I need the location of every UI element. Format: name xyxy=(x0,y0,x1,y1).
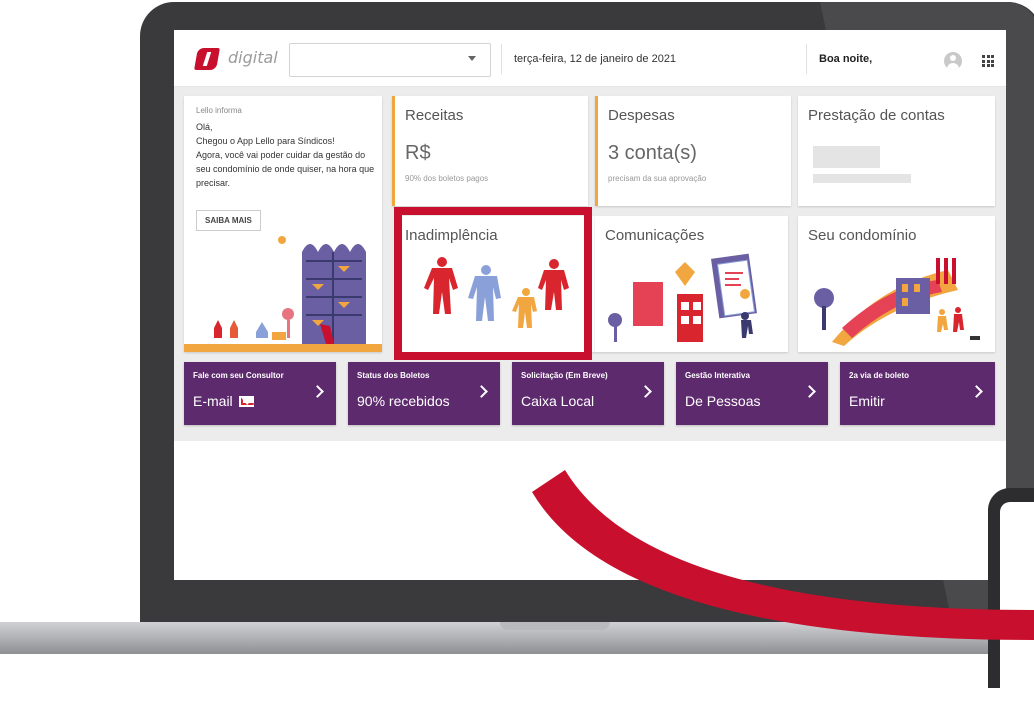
action-caixa-local[interactable]: Solicitação (Em Breve) Caixa Local xyxy=(512,362,664,425)
lello-informa-card: Lello informa Olá, Chegou o App Lello pa… xyxy=(184,96,382,352)
communications-illustration xyxy=(608,253,757,342)
chevron-right-icon xyxy=(475,385,488,398)
inadimplencia-title: Inadimplência xyxy=(405,227,498,244)
comunicacoes-title: Comunicações xyxy=(605,227,705,244)
despesas-title: Despesas xyxy=(608,107,675,124)
action-email-caption: Fale com seu Consultor xyxy=(193,371,284,380)
receitas-card[interactable]: Receitas R$ 90% dos boletos pagos xyxy=(392,96,588,206)
despesas-card[interactable]: Despesas 3 conta(s) precisam da sua apro… xyxy=(595,96,791,206)
loading-placeholder xyxy=(813,146,880,168)
action-segunda-via[interactable]: 2a via de boleto Emitir xyxy=(840,362,995,425)
receitas-value: R$ xyxy=(405,142,431,164)
action-email-label: E-mail xyxy=(193,393,254,409)
chevron-right-icon xyxy=(970,385,983,398)
inadimplencia-card[interactable]: Inadimplência xyxy=(402,216,595,352)
despesas-value: 3 conta(s) xyxy=(608,142,697,164)
prestacao-card[interactable]: Prestação de contas xyxy=(798,96,995,206)
action-email-text: E-mail xyxy=(193,393,233,409)
seu-condominio-title: Seu condomínio xyxy=(808,227,917,244)
action-boletos-status[interactable]: Status dos Boletos 90% recebidos xyxy=(348,362,500,425)
people-illustration xyxy=(424,257,569,328)
action-gestao-caption: Gestão Interativa xyxy=(685,371,750,380)
despesas-sub: precisam da sua aprovação xyxy=(608,174,707,183)
phone-screen xyxy=(1000,502,1034,702)
action-caixa-caption: Solicitação (Em Breve) xyxy=(521,371,608,380)
building-illustration xyxy=(184,236,382,352)
apps-grid-icon[interactable] xyxy=(982,55,994,67)
loading-placeholder xyxy=(813,174,911,183)
info-card-body: Olá, Chegou o App Lello para Síndicos! A… xyxy=(196,122,375,188)
action-boletos-caption: Status dos Boletos xyxy=(357,371,430,380)
action-gestao-pessoas[interactable]: Gestão Interativa De Pessoas xyxy=(676,362,828,425)
seu-condominio-card[interactable]: Seu condomínio xyxy=(798,216,995,352)
action-boletos-label: 90% recebidos xyxy=(357,393,450,409)
chevron-down-icon xyxy=(468,56,476,61)
logo-text: digital xyxy=(228,48,278,67)
gmail-icon xyxy=(238,396,254,407)
chevron-right-icon xyxy=(803,385,816,398)
info-card-title: Lello informa xyxy=(196,106,242,115)
dashboard: Lello informa Olá, Chegou o App Lello pa… xyxy=(174,87,1006,441)
chevron-right-icon xyxy=(311,385,324,398)
action-caixa-label: Caixa Local xyxy=(521,393,595,409)
app-screen: digital terça-feira, 12 de janeiro de 20… xyxy=(174,30,1006,580)
prestacao-title: Prestação de contas xyxy=(808,107,945,124)
action-email[interactable]: Fale com seu Consultor E-mail xyxy=(184,362,336,425)
top-bar: digital terça-feira, 12 de janeiro de 20… xyxy=(174,30,1006,87)
condominium-select[interactable] xyxy=(289,43,491,77)
action-segunda-via-label: Emitir xyxy=(849,393,885,409)
comunicacoes-card[interactable]: Comunicações xyxy=(595,216,788,352)
lello-logo-icon xyxy=(194,48,220,70)
condominium-illustration xyxy=(814,258,980,346)
chevron-right-icon xyxy=(639,385,652,398)
action-segunda-via-caption: 2a via de boleto xyxy=(849,371,910,380)
current-date: terça-feira, 12 de janeiro de 2021 xyxy=(501,44,676,74)
avatar-icon[interactable] xyxy=(944,52,962,70)
receitas-sub: 90% dos boletos pagos xyxy=(405,174,489,183)
greeting: Boa noite, xyxy=(806,44,872,74)
action-gestao-label: De Pessoas xyxy=(685,393,761,409)
laptop-notch xyxy=(500,622,610,630)
receitas-title: Receitas xyxy=(405,107,464,124)
